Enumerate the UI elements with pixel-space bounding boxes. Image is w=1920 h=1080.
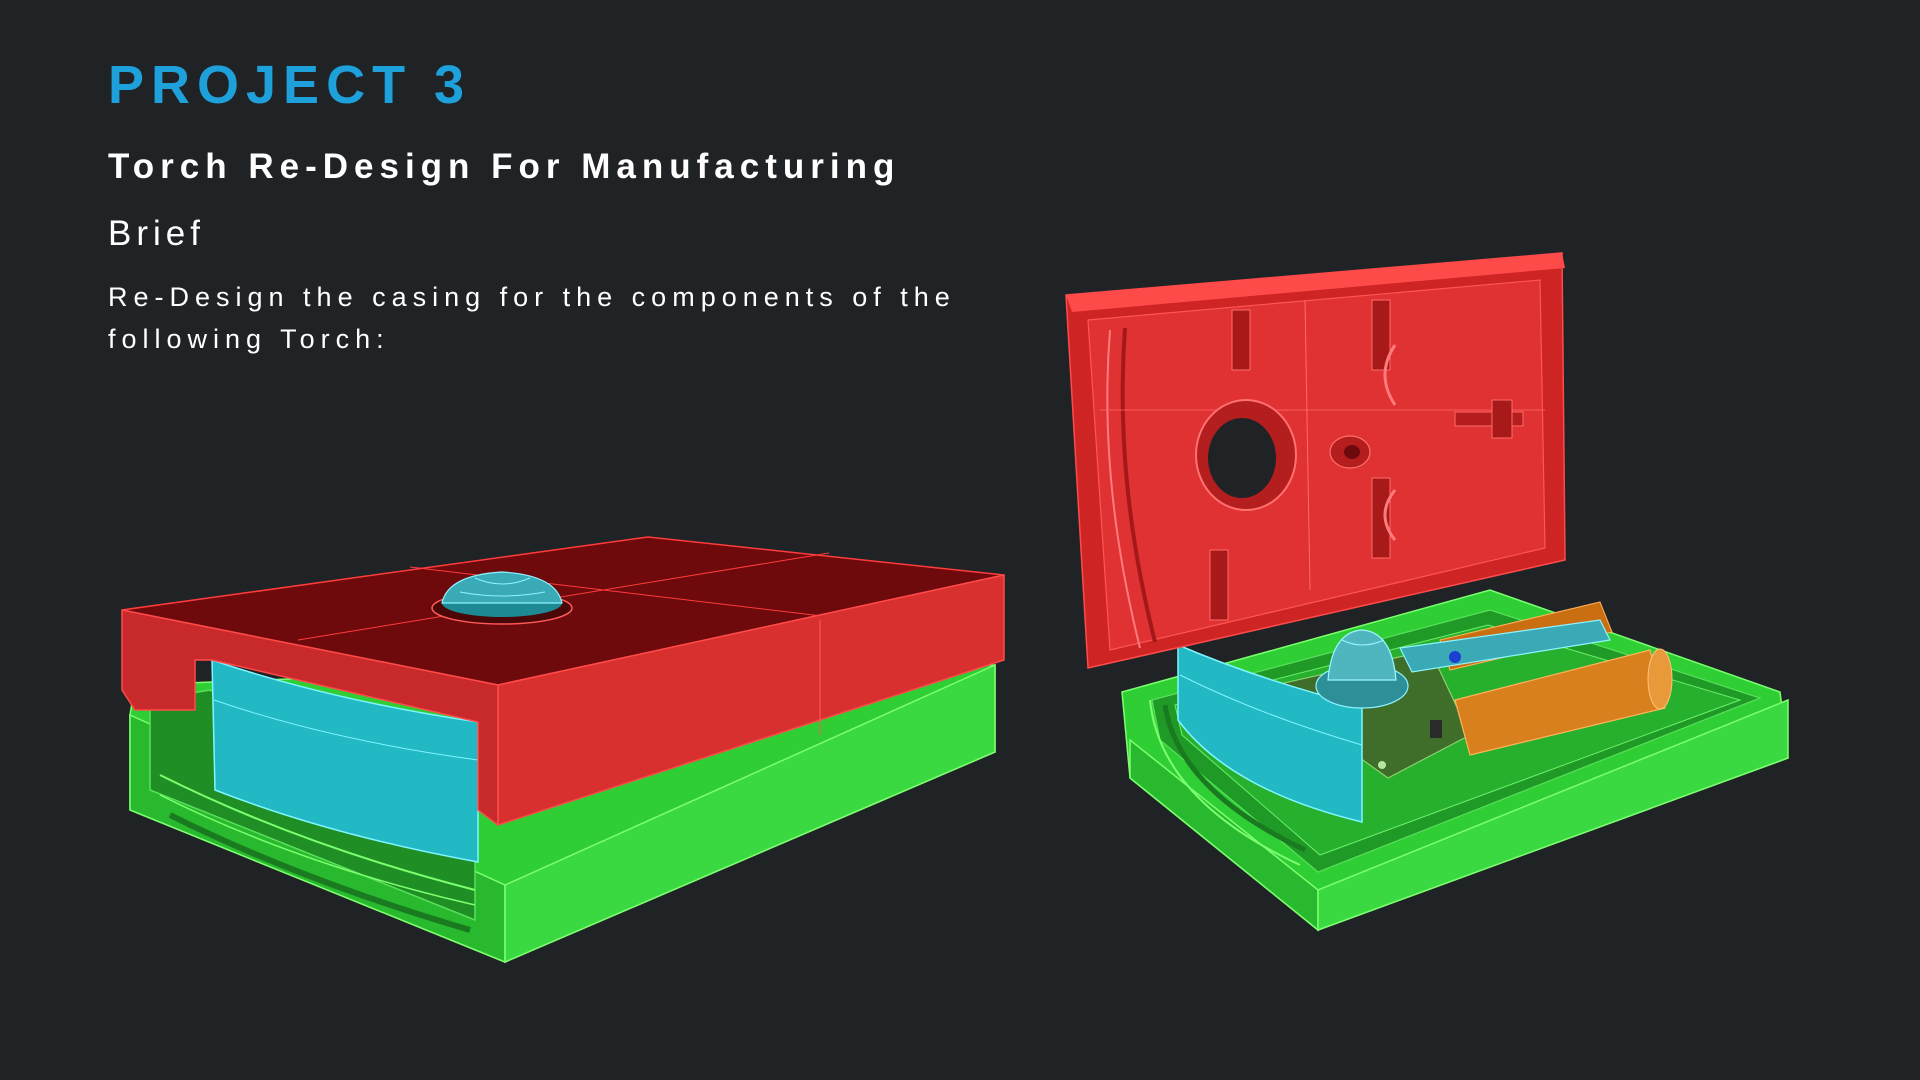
- renders: [121, 252, 1789, 964]
- closed-torch-render: [121, 536, 1005, 964]
- open-torch-render: [1065, 252, 1789, 932]
- slide: PROJECT 3 Torch Re-Design For Manufactur…: [0, 0, 1920, 1080]
